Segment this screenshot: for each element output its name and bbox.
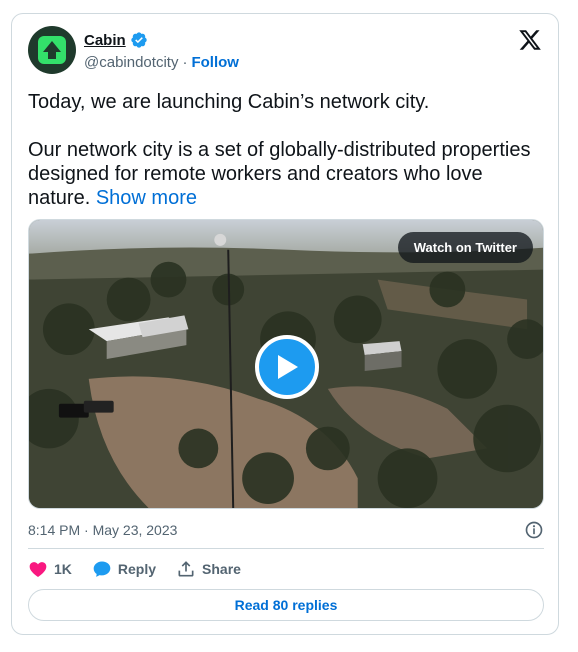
divider [28, 548, 544, 549]
heart-icon [29, 562, 47, 577]
x-logo-icon[interactable] [518, 28, 542, 52]
author-handle[interactable]: @cabindotcity [84, 54, 178, 71]
reply-label: Reply [117, 561, 157, 577]
tweet-paragraph-2: Our network city is a set of globally-di… [28, 138, 544, 210]
read-replies-button[interactable]: Read 80 replies [28, 589, 544, 621]
reply-icon [93, 561, 111, 577]
handle-separator: · [182, 54, 188, 71]
author-name-row: Cabin [84, 31, 148, 49]
play-button[interactable] [255, 335, 319, 399]
info-icon[interactable] [524, 520, 544, 540]
author-name[interactable]: Cabin [84, 32, 126, 49]
avatar[interactable] [28, 26, 76, 74]
share-icon [178, 561, 194, 577]
share-label: Share [202, 561, 241, 577]
cabin-logo-icon [38, 36, 66, 64]
tweet-actions: 1K Reply Share [28, 559, 261, 579]
verified-badge-icon [130, 32, 147, 48]
video-player[interactable]: Watch on Twitter [28, 219, 544, 509]
show-more-link[interactable]: Show more [96, 187, 197, 209]
follow-button[interactable]: Follow [191, 54, 239, 71]
share-button[interactable]: Share [176, 559, 241, 579]
tweet-paragraph-1: Today, we are launching Cabin’s network … [28, 91, 430, 113]
reply-button[interactable]: Reply [92, 559, 156, 579]
timestamp[interactable]: 8:14 PM · May 23, 2023 [28, 522, 177, 538]
author-handle-row: @cabindotcity · Follow [84, 54, 239, 71]
tweet-text: Today, we are launching Cabin’s network … [28, 90, 544, 210]
watch-on-twitter-button[interactable]: Watch on Twitter [397, 232, 533, 263]
like-count: 1K [54, 561, 72, 577]
tweet-meta: 8:14 PM · May 23, 2023 [28, 520, 544, 540]
play-icon [278, 355, 298, 379]
like-button[interactable]: 1K [28, 559, 72, 579]
tweet-card: Cabin @cabindotcity · Follow Today, we a… [11, 13, 559, 635]
